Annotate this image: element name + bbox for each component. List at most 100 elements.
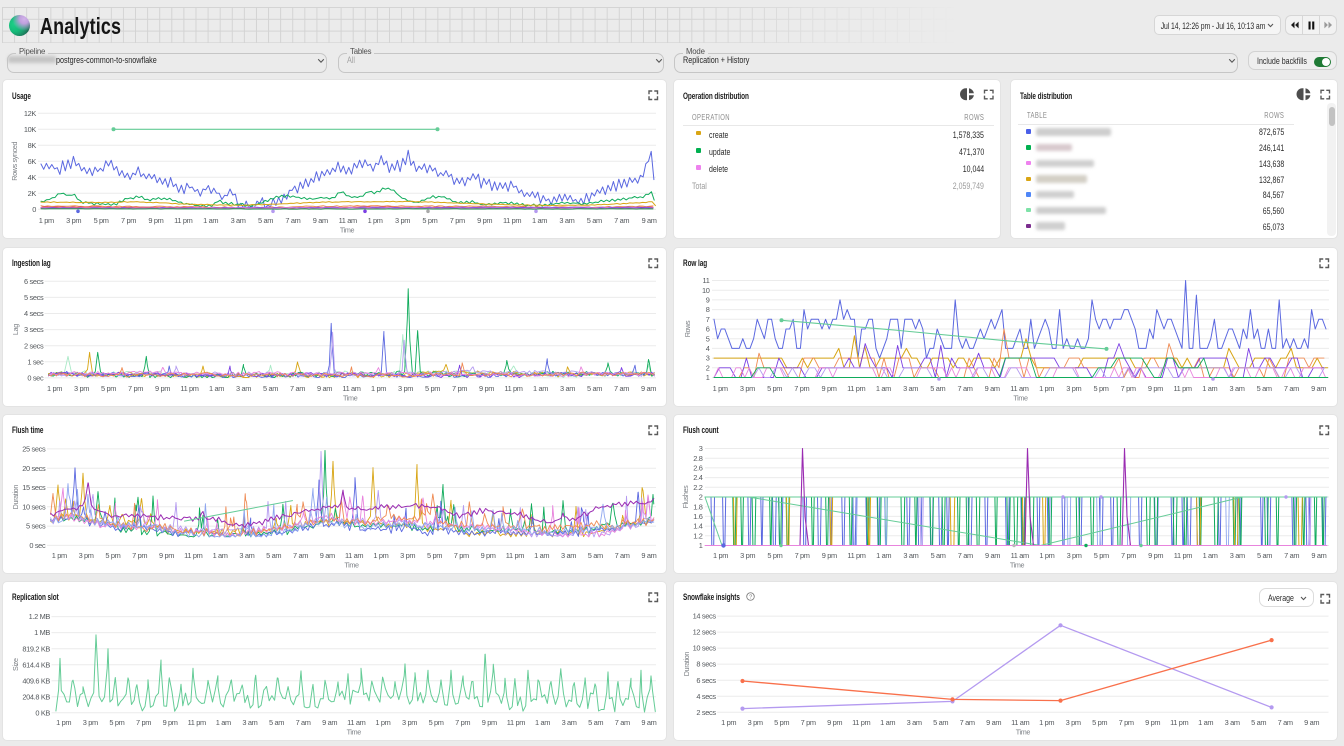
- svg-text:1.8: 1.8: [693, 502, 702, 511]
- svg-text:11: 11: [703, 276, 710, 285]
- svg-text:7 am: 7 am: [960, 718, 975, 727]
- svg-text:9 pm: 9 pm: [822, 551, 837, 560]
- svg-text:Time: Time: [1010, 560, 1025, 569]
- svg-text:7 pm: 7 pm: [1121, 384, 1136, 393]
- svg-text:11 pm: 11 pm: [506, 551, 524, 560]
- svg-text:11 am: 11 am: [1010, 384, 1028, 393]
- svg-text:10K: 10K: [24, 125, 37, 134]
- svg-text:9 pm: 9 pm: [482, 718, 497, 727]
- svg-text:11 am: 11 am: [339, 216, 357, 225]
- svg-text:15 secs: 15 secs: [22, 483, 46, 492]
- svg-text:819.2 KB: 819.2 KB: [22, 644, 50, 653]
- svg-text:5 pm: 5 pm: [94, 216, 109, 225]
- svg-text:9 am: 9 am: [320, 551, 335, 560]
- svg-text:25 secs: 25 secs: [22, 444, 46, 453]
- svg-text:3 am: 3 am: [231, 216, 246, 225]
- svg-text:9 pm: 9 pm: [481, 551, 496, 560]
- svg-text:7 am: 7 am: [293, 551, 308, 560]
- svg-text:3 pm: 3 pm: [83, 718, 98, 727]
- svg-text:11 am: 11 am: [347, 718, 365, 727]
- svg-text:5 pm: 5 pm: [774, 718, 789, 727]
- svg-text:10 secs: 10 secs: [693, 643, 717, 652]
- svg-text:11 pm: 11 pm: [1170, 718, 1188, 727]
- svg-text:1 MB: 1 MB: [34, 628, 50, 637]
- svg-text:7 am: 7 am: [614, 216, 629, 225]
- svg-text:2.4: 2.4: [693, 473, 702, 482]
- svg-text:3 am: 3 am: [903, 551, 918, 560]
- svg-text:3 am: 3 am: [1230, 551, 1245, 560]
- svg-text:9 pm: 9 pm: [477, 216, 492, 225]
- svg-text:7 am: 7 am: [1284, 384, 1299, 393]
- svg-text:3 am: 3 am: [1225, 718, 1240, 727]
- svg-text:0 sec: 0 sec: [27, 373, 44, 382]
- svg-text:1 am: 1 am: [532, 216, 547, 225]
- svg-text:9 pm: 9 pm: [1145, 718, 1160, 727]
- svg-text:7 pm: 7 pm: [794, 384, 809, 393]
- svg-text:3 pm: 3 pm: [1066, 718, 1081, 727]
- svg-text:1 am: 1 am: [533, 384, 548, 393]
- svg-text:5 am: 5 am: [931, 551, 946, 560]
- svg-text:Time: Time: [1013, 393, 1028, 402]
- svg-text:2 secs: 2 secs: [696, 707, 716, 716]
- svg-text:9 am: 9 am: [1311, 384, 1326, 393]
- svg-text:9 am: 9 am: [641, 384, 656, 393]
- svg-text:1: 1: [699, 541, 703, 550]
- svg-text:2: 2: [706, 363, 710, 372]
- svg-text:614.4 KB: 614.4 KB: [22, 660, 50, 669]
- svg-text:1 am: 1 am: [216, 718, 231, 727]
- svg-text:0 sec: 0 sec: [29, 541, 46, 550]
- svg-text:7 am: 7 am: [285, 216, 300, 225]
- svg-text:12K: 12K: [24, 109, 37, 118]
- svg-text:7 am: 7 am: [614, 384, 629, 393]
- svg-text:3 pm: 3 pm: [402, 718, 417, 727]
- svg-text:2.2: 2.2: [693, 482, 702, 491]
- svg-text:5 pm: 5 pm: [767, 384, 782, 393]
- svg-text:4: 4: [706, 344, 710, 353]
- svg-text:4 secs: 4 secs: [696, 691, 716, 700]
- svg-text:1.6: 1.6: [693, 512, 702, 521]
- svg-text:9 am: 9 am: [1304, 718, 1319, 727]
- svg-text:5 pm: 5 pm: [429, 718, 444, 727]
- svg-text:1 pm: 1 pm: [39, 216, 54, 225]
- svg-text:9 am: 9 am: [317, 384, 332, 393]
- svg-text:7: 7: [706, 314, 710, 323]
- svg-text:7 pm: 7 pm: [136, 718, 151, 727]
- svg-text:11 pm: 11 pm: [1173, 384, 1191, 393]
- svg-text:3 am: 3 am: [561, 551, 576, 560]
- svg-text:11 pm: 11 pm: [174, 216, 192, 225]
- svg-text:Flushes: Flushes: [681, 484, 690, 507]
- svg-text:1 pm: 1 pm: [721, 718, 736, 727]
- svg-text:1 pm: 1 pm: [373, 551, 388, 560]
- svg-text:1 am: 1 am: [213, 551, 228, 560]
- svg-text:3 am: 3 am: [907, 718, 922, 727]
- svg-text:1 pm: 1 pm: [368, 216, 383, 225]
- svg-text:9 pm: 9 pm: [148, 216, 163, 225]
- svg-text:1 pm: 1 pm: [56, 718, 71, 727]
- svg-text:5 pm: 5 pm: [1093, 384, 1108, 393]
- svg-text:1 pm: 1 pm: [1039, 384, 1054, 393]
- svg-text:11 am: 11 am: [1011, 718, 1029, 727]
- svg-text:9 am: 9 am: [642, 216, 657, 225]
- svg-text:5 am: 5 am: [1257, 551, 1272, 560]
- svg-text:7 am: 7 am: [1284, 551, 1299, 560]
- svg-text:2: 2: [699, 492, 703, 501]
- svg-text:8K: 8K: [28, 141, 37, 150]
- svg-text:9 am: 9 am: [313, 216, 328, 225]
- svg-text:7 am: 7 am: [957, 384, 972, 393]
- svg-text:9 am: 9 am: [641, 718, 656, 727]
- svg-text:Time: Time: [1016, 727, 1031, 736]
- svg-text:204.8 KB: 204.8 KB: [22, 692, 50, 701]
- svg-text:6 secs: 6 secs: [24, 276, 44, 285]
- svg-text:Time: Time: [340, 226, 355, 235]
- svg-text:9 pm: 9 pm: [1148, 551, 1163, 560]
- svg-text:1 am: 1 am: [209, 384, 224, 393]
- svg-text:5 pm: 5 pm: [1094, 551, 1109, 560]
- svg-text:9 am: 9 am: [985, 384, 1000, 393]
- svg-text:7 am: 7 am: [290, 384, 305, 393]
- svg-text:11 pm: 11 pm: [504, 384, 522, 393]
- svg-text:5 pm: 5 pm: [101, 384, 116, 393]
- svg-text:1 am: 1 am: [1198, 718, 1213, 727]
- svg-text:2 secs: 2 secs: [24, 341, 44, 350]
- svg-text:1 sec: 1 sec: [27, 357, 44, 366]
- svg-text:0: 0: [32, 205, 36, 214]
